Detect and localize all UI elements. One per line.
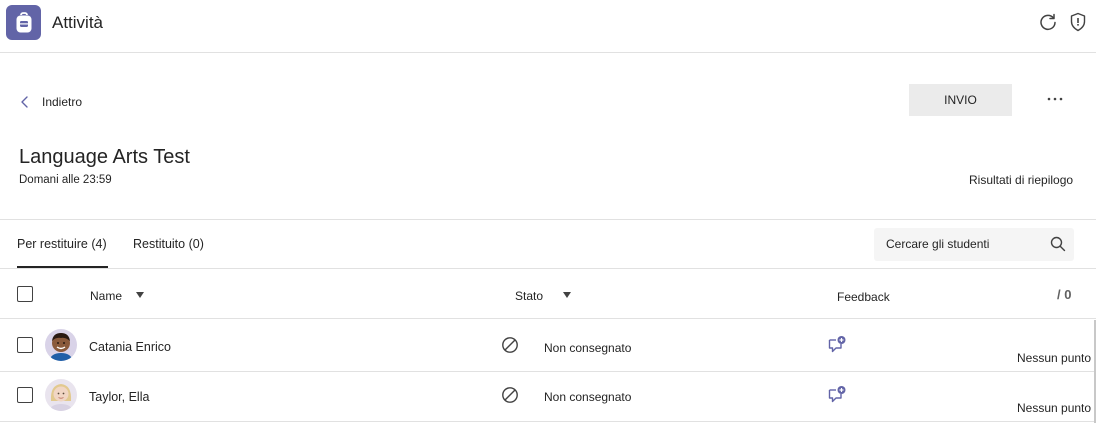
more-horizontal-icon[interactable] <box>1043 89 1067 109</box>
due-date: Domani alle 23:59 <box>19 174 112 186</box>
tab-returned[interactable]: Restituito (0) <box>133 237 204 251</box>
chevron-left-icon <box>21 96 28 108</box>
top-bar: Attività <box>0 0 1096 53</box>
not-submitted-icon <box>502 387 518 403</box>
back-label: Indietro <box>42 95 83 109</box>
sort-down-icon[interactable] <box>136 292 144 298</box>
select-all-checkbox[interactable] <box>17 286 33 302</box>
backpack-icon <box>6 5 41 40</box>
status-text: Non consegnato <box>544 341 632 355</box>
row-checkbox[interactable] <box>17 337 33 353</box>
not-submitted-icon <box>502 337 518 353</box>
back-button[interactable]: Indietro <box>18 92 82 112</box>
search-input[interactable] <box>886 237 1036 251</box>
points-total[interactable]: / 0 <box>1057 287 1071 302</box>
divider <box>0 219 1096 220</box>
column-header-feedback: Feedback <box>837 290 890 304</box>
status-text: Non consegnato <box>544 390 632 404</box>
search-box[interactable] <box>874 228 1074 261</box>
points-value[interactable]: Nessun punto <box>1017 401 1091 415</box>
search-icon[interactable] <box>1050 236 1066 252</box>
divider <box>0 371 1096 372</box>
avatar <box>45 379 77 411</box>
divider <box>0 421 1096 422</box>
refresh-icon[interactable] <box>1038 12 1058 32</box>
column-header-name[interactable]: Name <box>90 289 122 303</box>
column-header-status[interactable]: Stato <box>515 289 543 303</box>
student-name[interactable]: Catania Enrico <box>89 340 171 354</box>
tab-to-return[interactable]: Per restituire (4) <box>17 237 107 251</box>
send-button[interactable]: INVIO <box>909 84 1012 116</box>
add-feedback-icon[interactable] <box>827 335 847 355</box>
points-value[interactable]: Nessun punto <box>1017 351 1091 365</box>
assignment-title: Language Arts Test <box>19 146 190 168</box>
divider <box>0 318 1096 319</box>
summary-results-link[interactable]: Risultati di riepilogo <box>969 173 1073 187</box>
divider <box>0 268 1096 269</box>
shield-icon[interactable] <box>1069 12 1087 32</box>
row-checkbox[interactable] <box>17 387 33 403</box>
student-name[interactable]: Taylor, Ella <box>89 390 149 404</box>
add-feedback-icon[interactable] <box>827 385 847 405</box>
avatar <box>45 329 77 361</box>
sort-down-icon[interactable] <box>563 292 571 298</box>
app-title: Attività <box>52 13 104 32</box>
